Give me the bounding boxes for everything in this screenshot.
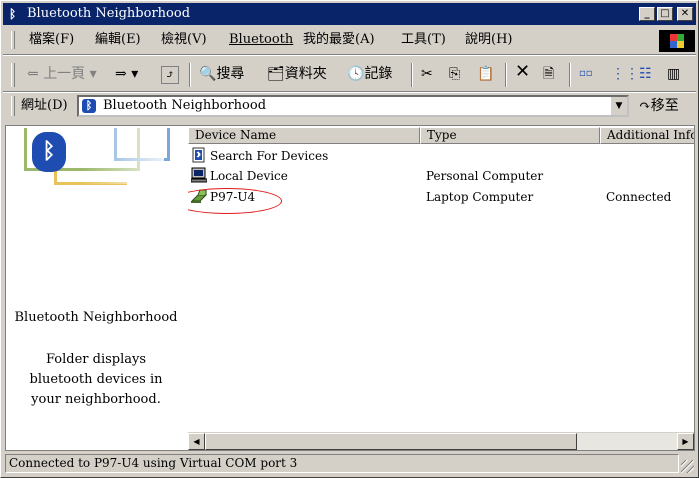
- toolbar-separator: [505, 63, 507, 87]
- explorer-window: ᛒ Bluetooth Neighborhood _ □ ✕ 檔案(F) 編輯(…: [0, 0, 699, 478]
- menu-bluetooth[interactable]: Bluetooth: [229, 33, 293, 47]
- list-view-icon: ☷: [639, 66, 652, 82]
- info-pane-description: Folder displays bluetooth devices in you…: [29, 352, 163, 407]
- menu-edit[interactable]: 編輯(E): [95, 33, 141, 47]
- device-name: Local Device: [210, 169, 288, 183]
- copy-button[interactable]: ⎘: [449, 66, 460, 82]
- device-name: Search For Devices: [210, 149, 329, 163]
- info-pane-title: Bluetooth Neighborhood: [14, 310, 178, 325]
- device-info: Connected: [606, 190, 672, 204]
- content-area: ᛒ Bluetooth Neighborhood Folder displays…: [5, 125, 695, 451]
- menu-view[interactable]: 檢視(V): [161, 33, 207, 47]
- menu-favorites[interactable]: 我的最愛(A): [303, 33, 375, 47]
- address-bar: 網址(D) ᛒ Bluetooth Neighborhood ▼ ↷移至: [3, 93, 696, 119]
- cut-button[interactable]: ✂: [421, 66, 433, 82]
- back-arrow-icon: ⇐: [27, 66, 39, 82]
- menu-file[interactable]: 檔案(F): [29, 33, 74, 47]
- computer-icon: [191, 167, 207, 183]
- toolbar-grip[interactable]: [11, 63, 15, 87]
- search-label: 搜尋: [216, 66, 245, 82]
- folders-label: 資料夾: [284, 66, 327, 82]
- column-header-type[interactable]: Type: [420, 127, 600, 144]
- back-label: 上一頁: [43, 66, 86, 82]
- menu-grip[interactable]: [11, 31, 15, 49]
- address-dropdown-button[interactable]: ▼: [610, 97, 627, 115]
- delete-icon: ✕: [515, 61, 531, 82]
- go-label: 移至: [650, 98, 679, 114]
- folders-icon: 🗂: [267, 66, 285, 82]
- toolbar-separator: [569, 63, 571, 87]
- paste-icon: 📋: [477, 66, 495, 82]
- address-grip[interactable]: [11, 96, 15, 116]
- standard-toolbar: ⇐ 上一頁 ▾ ⇒ ▾ ⤴ 🔍搜尋 🗂資料夾 🕓記錄 ✂ ⎘ 📋 ✕ 🗎 ▫▫ …: [3, 57, 696, 91]
- bluetooth-banner: ᛒ: [14, 128, 170, 185]
- horizontal-scrollbar[interactable]: ◀ ▶: [188, 432, 694, 450]
- maximize-button[interactable]: □: [657, 7, 673, 21]
- chevron-down-icon: ▾: [89, 66, 97, 82]
- back-button[interactable]: ⇐ 上一頁 ▾: [27, 66, 97, 82]
- up-folder-button[interactable]: ⤴: [161, 66, 179, 84]
- scroll-thumb[interactable]: [205, 433, 577, 450]
- properties-button[interactable]: 🗎: [543, 66, 554, 82]
- title-bar[interactable]: ᛒ Bluetooth Neighborhood _ □ ✕: [3, 3, 696, 25]
- bluetooth-icon: ᛒ: [82, 99, 96, 113]
- menu-bar: 檔案(F) 編輯(E) 檢視(V) Bluetooth 我的最愛(A) 工具(T…: [3, 29, 696, 52]
- status-text: Connected to P97-U4 using Virtual COM po…: [5, 454, 679, 473]
- search-button[interactable]: 🔍搜尋: [199, 66, 244, 82]
- large-icons-button[interactable]: ▫▫: [579, 66, 593, 82]
- resize-grip-icon[interactable]: [681, 460, 694, 473]
- device-type: Laptop Computer: [426, 190, 534, 204]
- toolbar-separator: [411, 63, 413, 87]
- scissors-icon: ✂: [421, 66, 433, 82]
- history-icon: 🕓: [347, 66, 365, 82]
- small-icons-icon: ⋮⋮: [611, 66, 639, 82]
- bluetooth-icon: ᛒ: [9, 7, 17, 21]
- small-icons-button[interactable]: ⋮⋮: [611, 66, 639, 82]
- menu-separator: [3, 54, 696, 56]
- scroll-left-button[interactable]: ◀: [188, 433, 205, 450]
- column-header-additional-info[interactable]: Additional Information: [600, 127, 694, 144]
- minimize-button[interactable]: _: [639, 7, 655, 21]
- highlight-ellipse: [188, 188, 282, 214]
- column-header-device-name[interactable]: Device Name: [188, 127, 420, 144]
- details-view-icon: ▥: [667, 66, 681, 82]
- history-button[interactable]: 🕓記錄: [347, 66, 392, 82]
- toolbar-separator: [189, 63, 191, 87]
- delete-button[interactable]: ✕: [515, 61, 531, 82]
- search-icon: 🔍: [199, 66, 217, 82]
- menu-help[interactable]: 說明(H): [465, 33, 512, 47]
- folders-button[interactable]: 🗂資料夾: [267, 66, 327, 82]
- menu-tools[interactable]: 工具(T): [401, 33, 446, 47]
- device-type: Personal Computer: [426, 169, 544, 183]
- copy-icon: ⎘: [449, 66, 461, 82]
- list-item-local-device[interactable]: Local Device Personal Computer: [188, 166, 694, 186]
- go-arrow-icon: ↷: [639, 98, 651, 114]
- go-button[interactable]: ↷移至: [639, 98, 679, 114]
- properties-icon: 🗎: [543, 66, 555, 82]
- address-value: Bluetooth Neighborhood: [103, 98, 267, 113]
- up-folder-icon: ⤴: [165, 68, 175, 81]
- status-bar: Connected to P97-U4 using Virtual COM po…: [3, 454, 696, 475]
- list-view-button[interactable]: ☷: [639, 66, 652, 82]
- address-input[interactable]: ᛒ Bluetooth Neighborhood ▼: [77, 95, 629, 117]
- bluetooth-logo-icon: ᛒ: [32, 132, 66, 172]
- windows-logo-icon: [659, 30, 695, 52]
- device-list: Device Name Type Additional Information …: [188, 126, 694, 450]
- list-item-search-for-devices[interactable]: Search For Devices: [188, 146, 694, 166]
- scroll-right-button[interactable]: ▶: [677, 433, 694, 450]
- large-icons-icon: ▫▫: [579, 68, 593, 79]
- info-pane: ᛒ Bluetooth Neighborhood Folder displays…: [6, 126, 186, 450]
- address-label: 網址(D): [21, 98, 68, 113]
- bluetooth-search-icon: [192, 147, 205, 163]
- close-button[interactable]: ✕: [677, 7, 693, 21]
- forward-button[interactable]: ⇒ ▾: [115, 66, 138, 82]
- window-title: Bluetooth Neighborhood: [27, 6, 191, 21]
- paste-button[interactable]: 📋: [477, 66, 494, 82]
- forward-arrow-icon: ⇒: [115, 66, 127, 82]
- history-label: 記錄: [364, 66, 393, 82]
- details-view-button[interactable]: ▥: [667, 66, 680, 82]
- chevron-down-icon: ▾: [131, 66, 139, 82]
